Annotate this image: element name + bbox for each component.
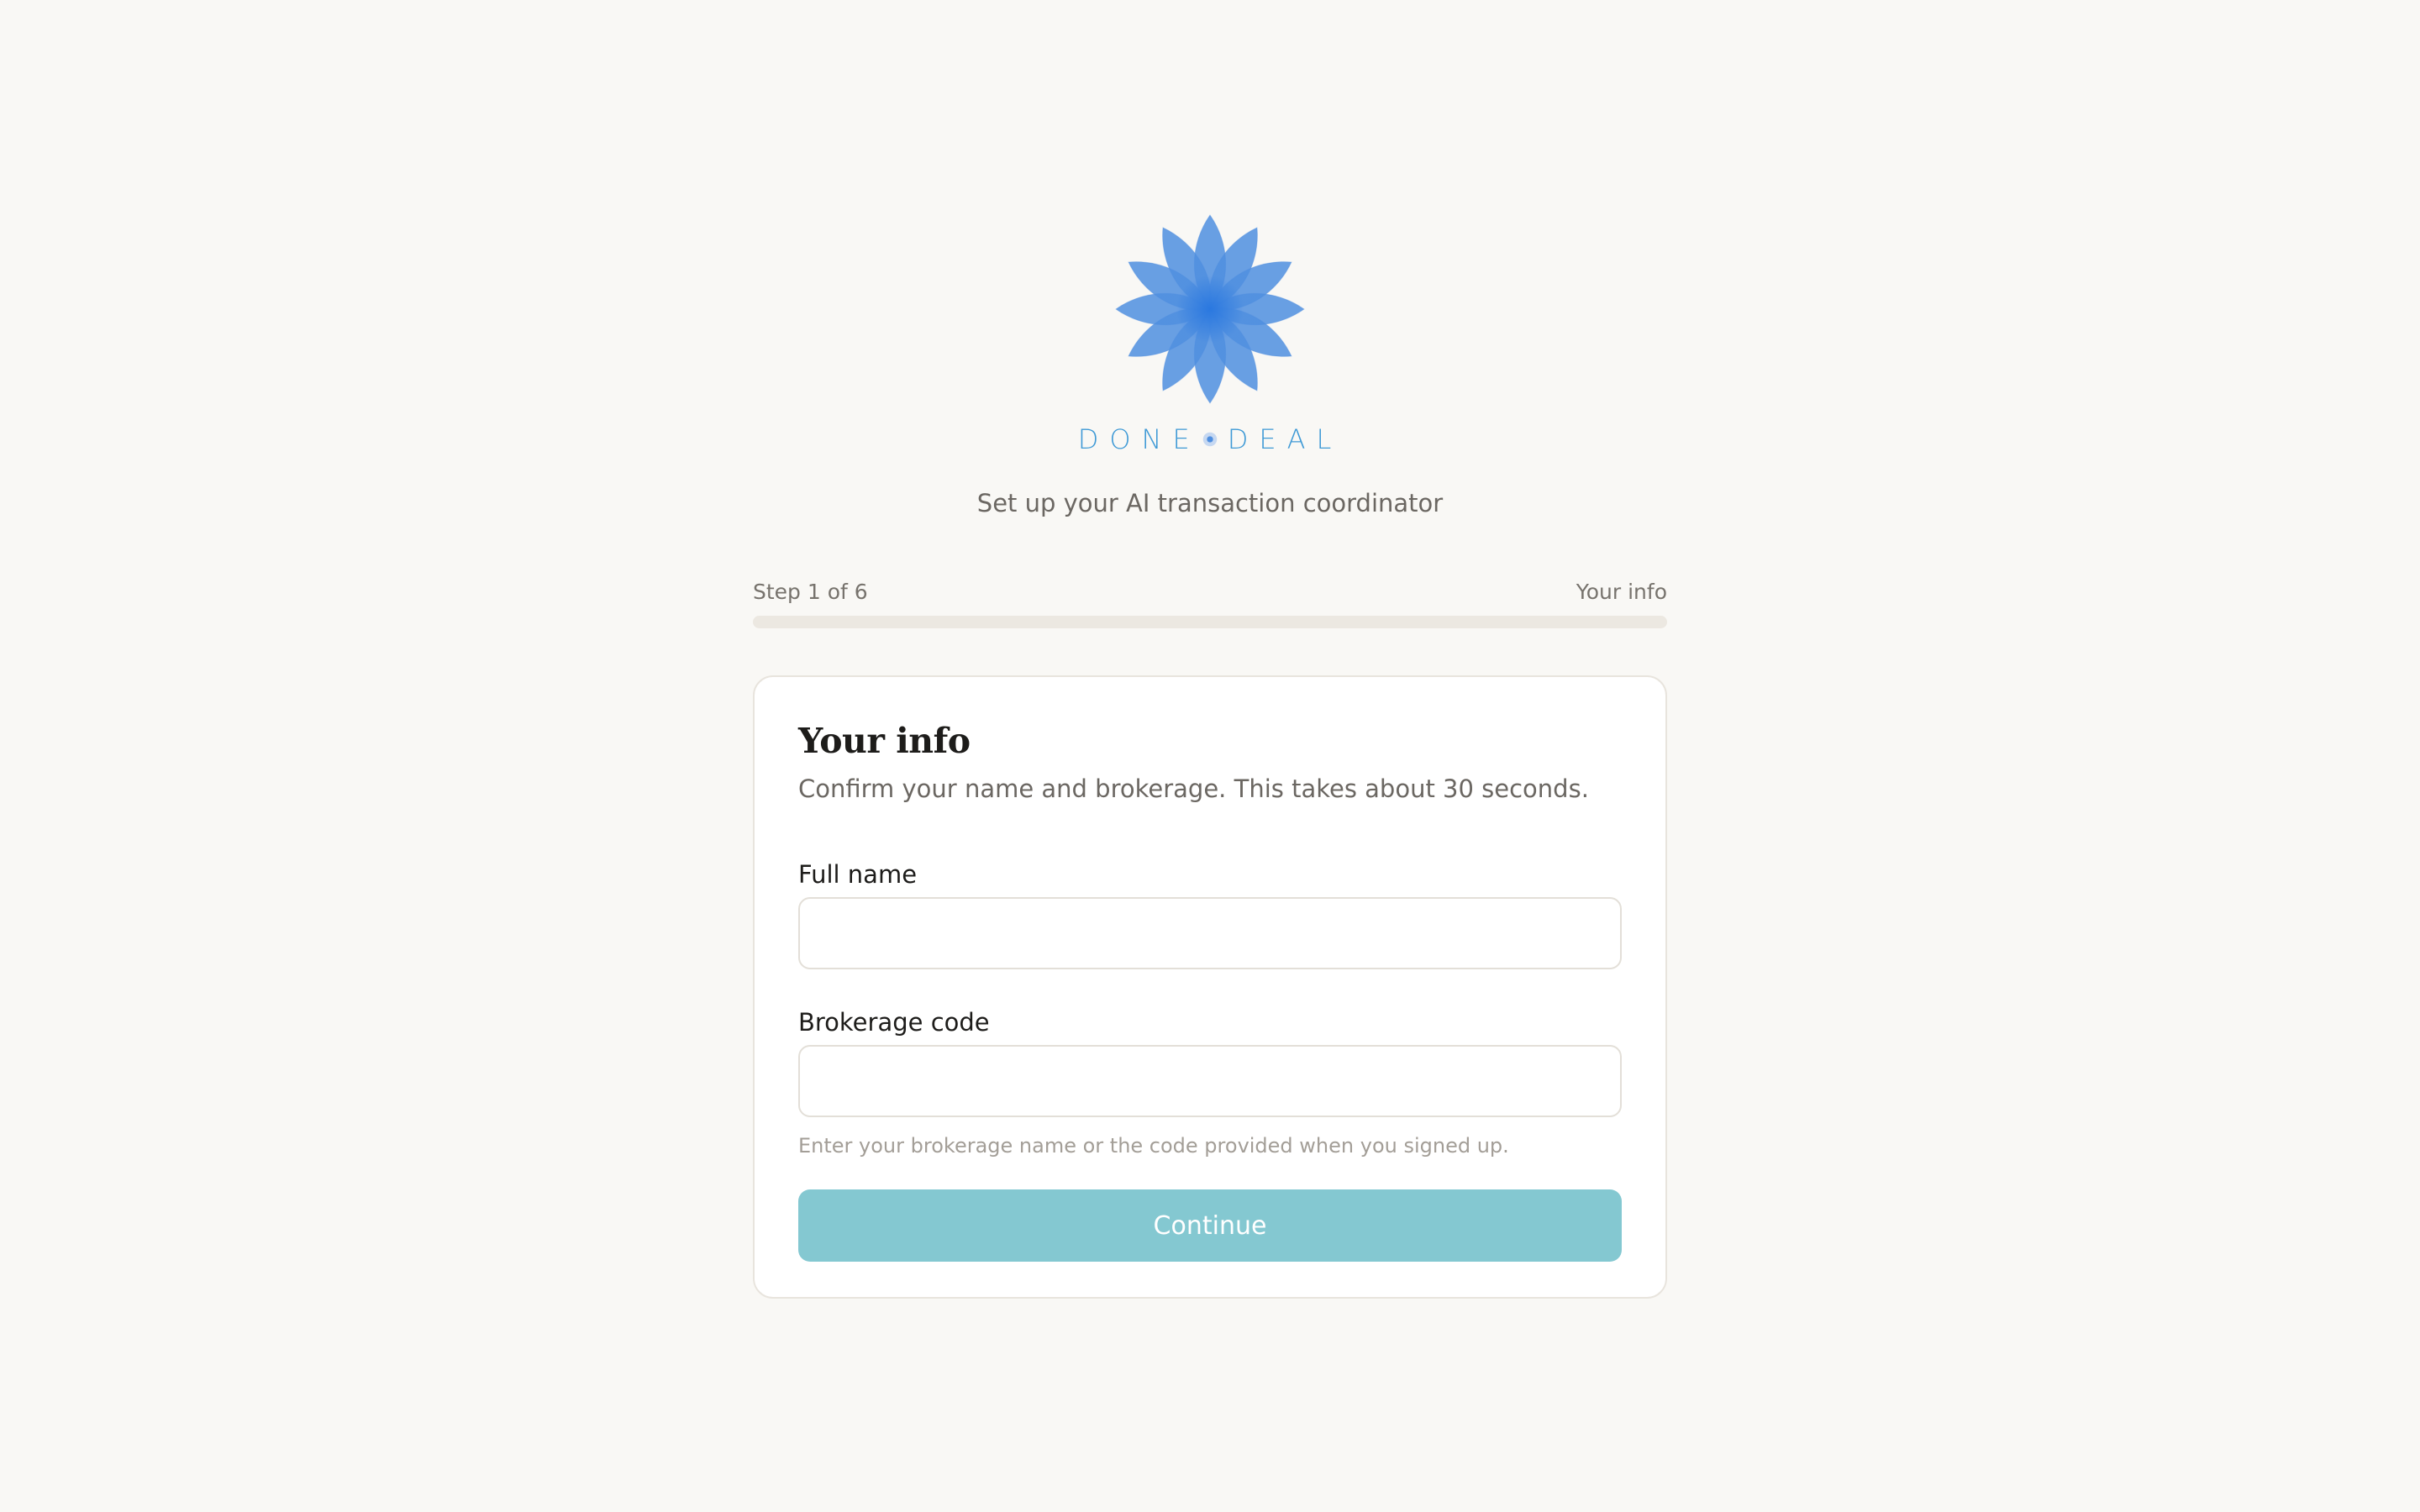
step-section-name: Your info bbox=[1576, 580, 1667, 604]
full-name-label: Full name bbox=[798, 860, 918, 889]
wordmark-deal: DEAL bbox=[1227, 423, 1343, 455]
card-title: Your info bbox=[798, 721, 971, 761]
your-info-card: Your info Confirm your name and brokerag… bbox=[753, 675, 1667, 1299]
wordmark-flower-dot-icon bbox=[1202, 432, 1217, 447]
step-progress: Step 1 of 6 Your info bbox=[753, 580, 1667, 628]
continue-button[interactable]: Continue bbox=[798, 1189, 1622, 1262]
brokerage-code-hint: Enter your brokerage name or the code pr… bbox=[798, 1134, 1509, 1158]
page-tagline: Set up your AI transaction coordinator bbox=[976, 489, 1444, 517]
step-counter: Step 1 of 6 bbox=[753, 580, 868, 604]
brokerage-code-label: Brokerage code bbox=[798, 1008, 990, 1037]
wordmark-done: DONE bbox=[1077, 423, 1201, 455]
brand-logo: DONE DEAL bbox=[0, 208, 2420, 455]
brand-wordmark: DONE DEAL bbox=[0, 423, 2420, 455]
brokerage-code-input[interactable] bbox=[798, 1045, 1622, 1117]
progress-bar-track bbox=[753, 616, 1667, 628]
onboarding-page: DONE DEAL Set up your AI transaction coo… bbox=[0, 0, 2420, 1512]
card-subtitle: Confirm your name and brokerage. This ta… bbox=[798, 774, 1589, 803]
full-name-input[interactable] bbox=[798, 897, 1622, 969]
lotus-flower-icon bbox=[1115, 214, 1305, 404]
